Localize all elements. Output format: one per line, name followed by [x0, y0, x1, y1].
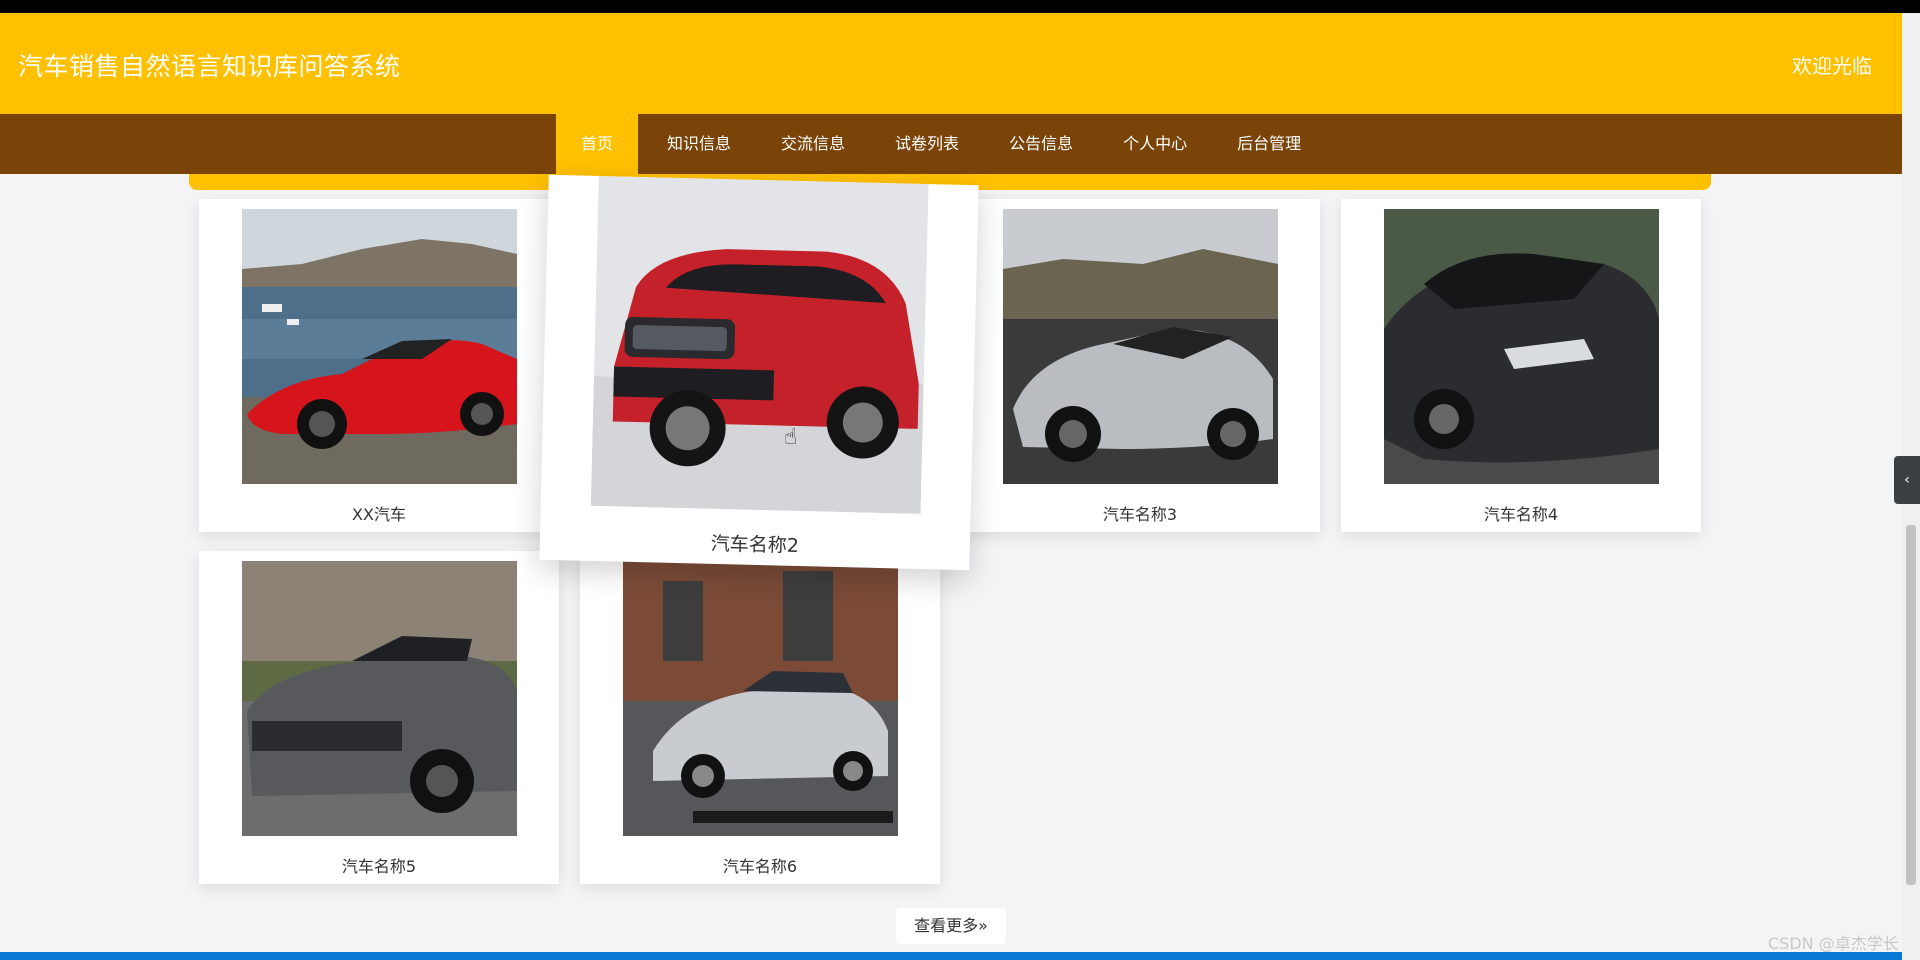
site-header: 汽车销售自然语言知识库问答系统 欢迎光临 [0, 13, 1902, 114]
side-panel-toggle[interactable]: ‹ [1894, 456, 1920, 504]
car-image[interactable] [242, 561, 517, 836]
nav-announcements[interactable]: 公告信息 [984, 114, 1098, 174]
car-card[interactable]: 汽车名称5 [199, 551, 559, 884]
nav-exam-list[interactable]: 试卷列表 [870, 114, 984, 174]
site-title: 汽车销售自然语言知识库问答系统 [18, 52, 401, 81]
nav-home[interactable]: 首页 [556, 114, 639, 174]
car-photo-convertible [242, 209, 517, 484]
car-image[interactable] [1003, 209, 1278, 484]
main-navbar: 首页 知识信息 交流信息 试卷列表 公告信息 个人中心 后台管理 [0, 114, 1902, 174]
car-image[interactable] [623, 561, 898, 836]
nav-list: 首页 知识信息 交流信息 试卷列表 公告信息 个人中心 后台管理 [556, 114, 1326, 174]
hand-cursor-icon: ☝ [784, 425, 798, 450]
car-name[interactable]: 汽车名称3 [960, 501, 1320, 525]
car-name[interactable]: 汽车名称4 [1341, 501, 1701, 525]
bottom-progress-bar [0, 952, 1902, 960]
car-card[interactable]: 汽车名称3 [960, 199, 1320, 532]
welcome-text: 欢迎光临 [1792, 54, 1872, 78]
car-name[interactable]: 汽车名称2 [540, 525, 971, 562]
car-image[interactable] [1384, 209, 1659, 484]
nav-personal-center[interactable]: 个人中心 [1098, 114, 1212, 174]
double-chevron-right-icon: » [978, 916, 988, 935]
chevron-left-icon: ‹ [1904, 472, 1910, 488]
car-image[interactable] [242, 209, 517, 484]
view-more-button[interactable]: 查看更多» [896, 908, 1006, 944]
view-more-label: 查看更多 [914, 916, 979, 935]
watermark: CSDN @卓杰学长 [1768, 934, 1899, 953]
car-card[interactable]: 汽车名称4 [1341, 199, 1701, 532]
browser-top-strip [0, 0, 1920, 13]
car-card[interactable]: XX汽车 [199, 199, 559, 532]
car-card-hovered[interactable]: 汽车名称2 [539, 174, 979, 571]
nav-communication[interactable]: 交流信息 [756, 114, 870, 174]
car-image[interactable] [590, 176, 929, 514]
car-name[interactable]: 汽车名称6 [580, 853, 940, 877]
scrollbar-thumb[interactable] [1906, 525, 1916, 885]
car-photo-sports [1384, 209, 1659, 484]
nav-admin[interactable]: 后台管理 [1212, 114, 1326, 174]
car-photo-muscle [242, 561, 517, 836]
car-photo-suv [590, 176, 929, 514]
car-name[interactable]: 汽车名称5 [199, 853, 559, 877]
car-photo-sedan [623, 561, 898, 836]
car-card[interactable]: 汽车名称6 [580, 551, 940, 884]
nav-knowledge[interactable]: 知识信息 [642, 114, 756, 174]
car-name[interactable]: XX汽车 [199, 501, 559, 525]
car-photo-supercar [1003, 209, 1278, 484]
